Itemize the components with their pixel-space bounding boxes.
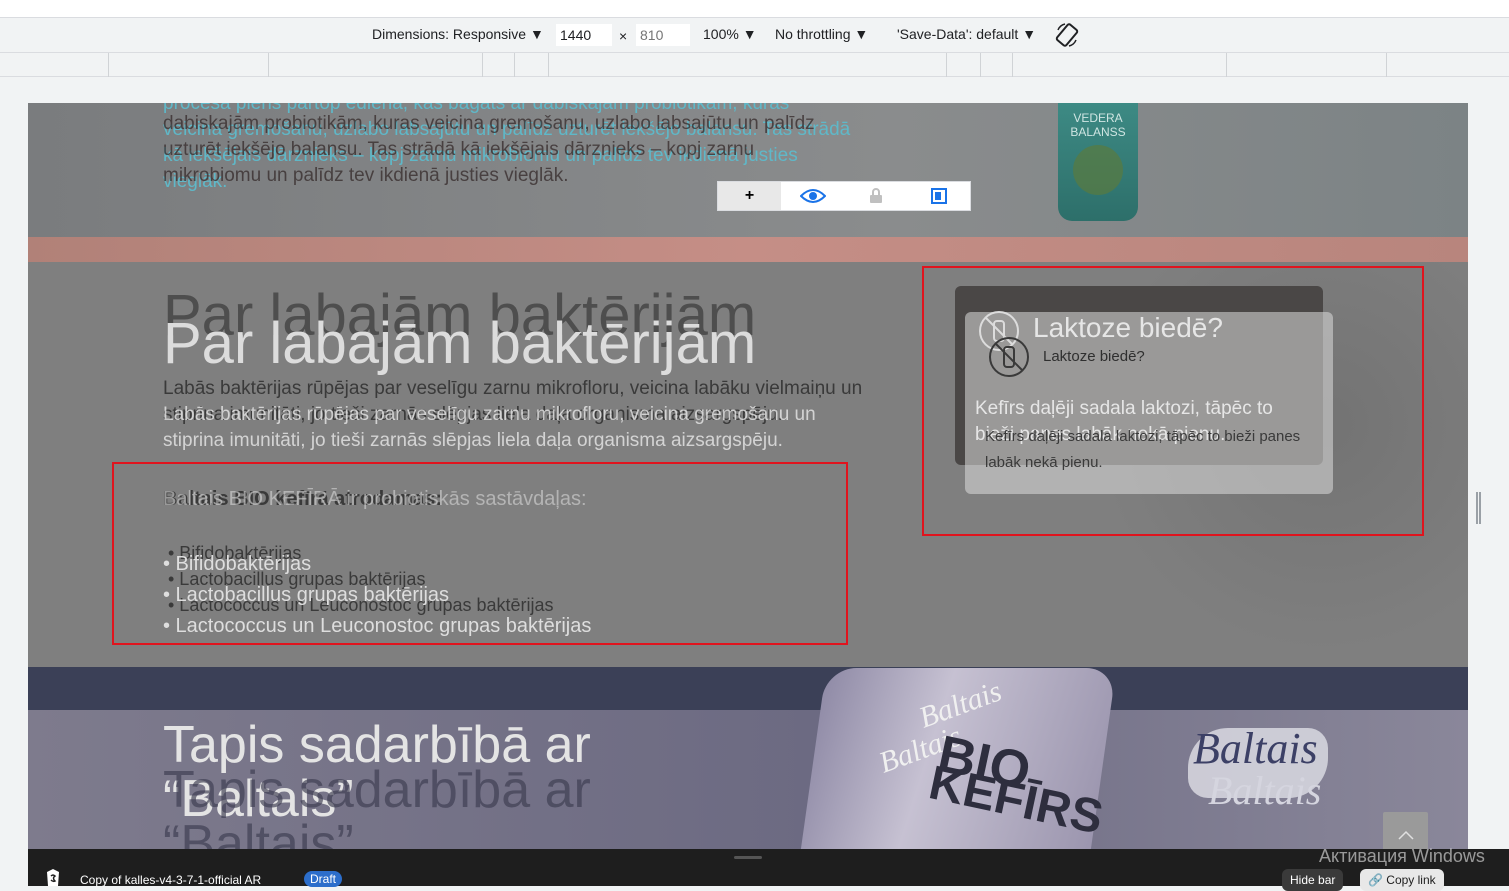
card-text-ghost: Kefīrs daļēji sadala laktozi, tāpēc to b… [985, 428, 1301, 471]
dimensions-dropdown[interactable]: Dimensions: Responsive ▼ [372, 26, 544, 42]
hero-text-main: dabiskajām probiotikām, kuras veicina gr… [163, 113, 815, 186]
copy-link-button[interactable]: 🔗 Copy link [1360, 869, 1444, 891]
windows-activation-watermark: Активация Windows [1319, 846, 1485, 866]
dark-divider [28, 667, 1468, 710]
list-title: Baltais BIO KEFĪRĀ ir probiotiskās sastā… [163, 488, 587, 510]
copy-link-label: Copy link [1386, 873, 1436, 887]
device-toolbar: Dimensions: Responsive ▼ × 100% ▼ No thr… [0, 18, 1509, 53]
bacteria-title: Par labajām baktērijām [163, 311, 757, 376]
hide-bar-button[interactable]: Hide bar [1282, 869, 1344, 891]
baltais-logo-ghost: Baltais [1208, 768, 1322, 813]
bottle-label-2: BALANSS [1070, 125, 1126, 139]
bottle-crossed-icon [988, 336, 1030, 383]
drag-handle[interactable] [734, 856, 762, 859]
store-name: Copy of kalles-v4-3-7-1-official AR [80, 873, 262, 887]
bacteria-section: Par labajām baktērijām Par labajām baktē… [28, 262, 1468, 667]
partner-title-ghost: Tapis sadarbībā ar “Baltais” [163, 761, 591, 849]
rotate-icon[interactable] [1055, 22, 1079, 51]
resize-handle[interactable] [1476, 492, 1481, 524]
page-viewport: procesā piens pārtop ēdienā, kas bagāts … [28, 103, 1468, 849]
hero-bottle: VEDERA BALANSS [1058, 103, 1138, 221]
shopify-icon [44, 867, 62, 890]
link-icon: 🔗 [1368, 873, 1383, 887]
throttling-dropdown[interactable]: No throttling ▼ [775, 26, 868, 42]
times-symbol: × [619, 28, 628, 44]
element-toolbar: + [717, 181, 971, 211]
list-item: • Bifidobaktērijas [163, 553, 312, 575]
hero-section: procesā piens pārtop ēdienā, kas bagāts … [28, 103, 1468, 237]
box-icon[interactable] [907, 182, 970, 210]
add-button[interactable]: + [718, 182, 781, 210]
bottle-label-1: VEDERA [1073, 111, 1123, 125]
pink-divider [28, 237, 1468, 262]
height-input[interactable] [636, 24, 690, 46]
preview-bar: Copy of kalles-v4-3-7-1-official AR Draf… [28, 849, 1509, 891]
save-data-dropdown[interactable]: 'Save-Data': default ▼ [897, 26, 1036, 42]
bacteria-para: Labās baktērijas rūpējas par veselīgu za… [163, 404, 816, 451]
devtools-header [0, 0, 1509, 18]
zoom-dropdown[interactable]: 100% ▼ [703, 26, 757, 42]
list-item: • Lactococcus un Leuconostoc grupas bakt… [163, 615, 592, 637]
card-title: Laktoze biedē? [1033, 312, 1223, 343]
lock-icon[interactable] [844, 182, 907, 210]
card-subtitle: Laktoze biedē? [1043, 348, 1145, 365]
width-input[interactable] [556, 24, 612, 46]
media-query-ruler[interactable] [0, 53, 1509, 77]
eye-icon[interactable] [781, 182, 844, 210]
draft-badge: Draft [304, 871, 343, 887]
list-item: • Lactobacillus grupas baktērijas [163, 584, 450, 606]
